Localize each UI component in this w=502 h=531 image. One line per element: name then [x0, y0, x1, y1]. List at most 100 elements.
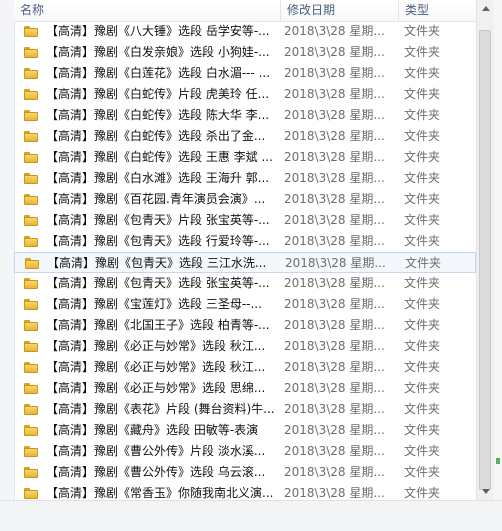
scroll-up-arrow-icon[interactable] [477, 0, 494, 17]
column-header-date[interactable]: 修改日期 [280, 0, 398, 21]
folder-icon [24, 278, 38, 289]
scroll-down-arrow-icon[interactable] [477, 483, 494, 500]
folder-icon [24, 173, 38, 184]
file-name: 【高清】豫剧《八大锤》选段 岳学安等-... [46, 24, 270, 38]
file-modified-date: 2018\3\28 星期... [284, 129, 385, 143]
file-row[interactable]: 【高清】豫剧《表花》片段 (舞台资料)牛... 2018\3\28 星期... 文件… [14, 399, 476, 420]
folder-icon [24, 299, 38, 310]
file-modified-date: 2018\3\28 星期... [284, 192, 385, 206]
file-name: 【高清】豫剧《表花》片段 (舞台资料)牛... [46, 402, 275, 416]
folder-icon [24, 110, 38, 121]
file-row[interactable]: 【高清】豫剧《白水滩》选段 王海升 郭... 2018\3\28 星期... 文件夹 [14, 168, 476, 189]
file-name: 【高清】豫剧《白蛇传》选段 陈大华 李... [46, 108, 270, 122]
folder-icon [24, 47, 38, 58]
file-name: 【高清】豫剧《白蛇传》选段 王惠 李斌 ... [46, 150, 273, 164]
file-type: 文件夹 [404, 108, 441, 122]
file-modified-date: 2018\3\28 星期... [284, 402, 385, 416]
file-row[interactable]: 【高清】豫剧《常香玉》你随我南北义演... 2018\3\28 星期... 文件夹 [14, 483, 476, 500]
status-bar [0, 500, 502, 531]
file-type: 文件夹 [404, 234, 441, 248]
file-row[interactable]: 【高清】豫剧《包青天》选段 行爱玲等-... 2018\3\28 星期... 文件夹 [14, 231, 476, 252]
folder-icon [24, 152, 38, 163]
file-row[interactable]: 【高清】豫剧《曹公外传》片段 淡水溪... 2018\3\28 星期... 文件夹 [14, 441, 476, 462]
file-row[interactable]: 【高清】豫剧《白发亲娘》选段 小狗娃-... 2018\3\28 星期... 文件夹 [14, 42, 476, 63]
file-name: 【高清】豫剧《包青天》选段 三江水洗... [47, 256, 267, 270]
navigation-pane-edge [0, 0, 15, 530]
file-modified-date: 2018\3\28 星期... [284, 318, 385, 332]
file-type: 文件夹 [404, 150, 441, 164]
file-row[interactable]: 【高清】豫剧《包青天》选段 三江水洗... 2018\3\28 星期... 文件夹 [14, 252, 476, 273]
file-type: 文件夹 [404, 192, 441, 206]
file-type: 文件夹 [404, 486, 441, 500]
file-row[interactable]: 【高清】豫剧《百花园.青年演员会演》... 2018\3\28 星期... 文件夹 [14, 189, 476, 210]
file-type: 文件夹 [404, 465, 441, 479]
file-row[interactable]: 【高清】豫剧《白蛇传》片段 虎美玲 任... 2018\3\28 星期... 文件夹 [14, 84, 476, 105]
file-type: 文件夹 [404, 423, 441, 437]
folder-icon [24, 131, 38, 142]
file-modified-date: 2018\3\28 星期... [285, 256, 386, 270]
file-row[interactable]: 【高清】豫剧《八大锤》选段 岳学安等-... 2018\3\28 星期... 文件夹 [14, 21, 476, 42]
folder-icon [24, 467, 38, 478]
scroll-thumb[interactable] [479, 30, 491, 490]
file-modified-date: 2018\3\28 星期... [284, 486, 385, 500]
file-type: 文件夹 [404, 402, 441, 416]
folder-icon [24, 404, 38, 415]
file-type: 文件夹 [404, 318, 441, 332]
file-row[interactable]: 【高清】豫剧《包青天》选段 张宝英等-... 2018\3\28 星期... 文件夹 [14, 273, 476, 294]
file-type: 文件夹 [405, 256, 442, 270]
file-modified-date: 2018\3\28 星期... [284, 87, 385, 101]
file-modified-date: 2018\3\28 星期... [284, 444, 385, 458]
folder-icon [24, 194, 38, 205]
folder-icon [24, 68, 38, 79]
column-header-name[interactable]: 名称 [14, 0, 280, 21]
file-name: 【高清】豫剧《百花园.青年演员会演》... [46, 192, 266, 206]
file-name: 【高清】豫剧《藏舟》选段 田敏等-表演 [46, 423, 259, 437]
folder-icon [24, 89, 38, 100]
file-modified-date: 2018\3\28 星期... [284, 213, 385, 227]
file-modified-date: 2018\3\28 星期... [284, 45, 385, 59]
file-type: 文件夹 [404, 87, 441, 101]
file-modified-date: 2018\3\28 星期... [284, 339, 385, 353]
file-modified-date: 2018\3\28 星期... [284, 108, 385, 122]
file-type: 文件夹 [404, 339, 441, 353]
folder-icon [24, 26, 38, 37]
file-row[interactable]: 【高清】豫剧《白莲花》选段 白水湄--- ... 2018\3\28 星期... 文… [14, 63, 476, 84]
vertical-scrollbar[interactable] [476, 0, 494, 500]
file-name: 【高清】豫剧《常香玉》你随我南北义演... [46, 486, 274, 500]
file-name: 【高清】豫剧《包青天》片段 张宝英等-... [46, 213, 270, 227]
edge-indicator [496, 458, 500, 464]
file-name: 【高清】豫剧《必正与妙常》选段 秋江... [46, 339, 266, 353]
file-row[interactable]: 【高清】豫剧《北国王子》选段 柏青等-... 2018\3\28 星期... 文件夹 [14, 315, 476, 336]
file-modified-date: 2018\3\28 星期... [284, 234, 385, 248]
column-header-type[interactable]: 类型 [398, 0, 476, 21]
file-name: 【高清】豫剧《包青天》选段 行爱玲等-... [46, 234, 270, 248]
file-type: 文件夹 [404, 360, 441, 374]
file-row[interactable]: 【高清】豫剧《必正与妙常》选段 秋江... 2018\3\28 星期... 文件夹 [14, 357, 476, 378]
folder-icon [24, 425, 38, 436]
file-type: 文件夹 [404, 66, 441, 80]
folder-icon [24, 236, 38, 247]
file-list-panel: 名称 修改日期 类型 【高清】豫剧《八大锤》选段 岳学安等-... 2018\3\… [14, 0, 476, 500]
file-row[interactable]: 【高清】豫剧《必正与妙常》选段 思绵... 2018\3\28 星期... 文件夹 [14, 378, 476, 399]
file-type: 文件夹 [404, 171, 441, 185]
file-row[interactable]: 【高清】豫剧《藏舟》选段 田敏等-表演 2018\3\28 星期... 文件夹 [14, 420, 476, 441]
folder-icon [25, 258, 39, 269]
file-name: 【高清】豫剧《白蛇传》选段 杀出了金... [46, 129, 266, 143]
file-modified-date: 2018\3\28 星期... [284, 276, 385, 290]
file-type: 文件夹 [404, 213, 441, 227]
file-modified-date: 2018\3\28 星期... [284, 381, 385, 395]
file-name: 【高清】豫剧《曹公外传》选段 乌云滚... [46, 465, 266, 479]
window-right-edge [494, 0, 502, 530]
file-type: 文件夹 [404, 444, 441, 458]
file-row[interactable]: 【高清】豫剧《白蛇传》选段 杀出了金... 2018\3\28 星期... 文件夹 [14, 126, 476, 147]
file-row[interactable]: 【高清】豫剧《白蛇传》选段 王惠 李斌 ... 2018\3\28 星期... 文件… [14, 147, 476, 168]
file-row[interactable]: 【高清】豫剧《曹公外传》选段 乌云滚... 2018\3\28 星期... 文件夹 [14, 462, 476, 483]
folder-icon [24, 320, 38, 331]
file-name: 【高清】豫剧《北国王子》选段 柏青等-... [46, 318, 270, 332]
file-row[interactable]: 【高清】豫剧《白蛇传》选段 陈大华 李... 2018\3\28 星期... 文件夹 [14, 105, 476, 126]
file-row[interactable]: 【高清】豫剧《宝莲灯》选段 三圣母--... 2018\3\28 星期... 文件夹 [14, 294, 476, 315]
file-modified-date: 2018\3\28 星期... [284, 465, 385, 479]
file-name: 【高清】豫剧《必正与妙常》选段 秋江... [46, 360, 266, 374]
file-row[interactable]: 【高清】豫剧《必正与妙常》选段 秋江... 2018\3\28 星期... 文件夹 [14, 336, 476, 357]
file-row[interactable]: 【高清】豫剧《包青天》片段 张宝英等-... 2018\3\28 星期... 文件夹 [14, 210, 476, 231]
